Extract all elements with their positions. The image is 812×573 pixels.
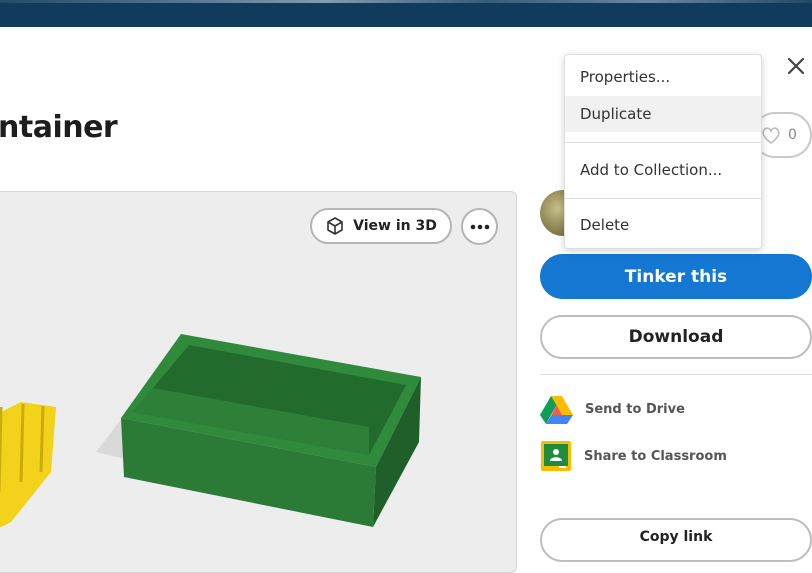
heart-icon [762, 127, 780, 145]
menu-item-duplicate[interactable]: Duplicate [565, 96, 761, 132]
google-classroom-icon [541, 441, 571, 471]
model-viewer[interactable] [0, 191, 517, 573]
share-to-classroom-label: Share to Classroom [584, 448, 727, 464]
top-bar-strip [0, 0, 812, 3]
model-render [0, 334, 421, 528]
menu-item-label: Properties... [580, 68, 671, 86]
menu-item-delete[interactable]: Delete [565, 207, 761, 243]
google-drive-icon [540, 396, 573, 424]
cube-icon [327, 217, 343, 235]
menu-item-label: Duplicate [580, 105, 652, 123]
page-title: ntainer [0, 110, 118, 145]
yellow-part-ridge [19, 403, 25, 483]
view-in-3d-button[interactable]: View in 3D [310, 208, 452, 244]
menu-item-label: Add to Collection... [580, 161, 723, 179]
share-to-classroom-link[interactable]: Share to Classroom [540, 440, 727, 472]
more-options-button[interactable] [461, 208, 498, 245]
tinker-this-button[interactable]: Tinker this [540, 254, 812, 299]
menu-item-add-to-collection[interactable]: Add to Collection... [565, 152, 761, 188]
menu-separator [565, 142, 761, 143]
download-button[interactable]: Download [540, 315, 812, 359]
copy-link-button[interactable]: Copy link [540, 518, 812, 562]
top-bar [0, 0, 812, 27]
like-count: 0 [788, 127, 797, 143]
menu-item-label: Delete [580, 216, 630, 234]
send-to-drive-link[interactable]: Send to Drive [540, 394, 685, 424]
more-dots-icon [470, 224, 489, 229]
more-options-menu: Properties... Duplicate Add to Collectio… [564, 54, 762, 249]
yellow-part-ridge [39, 405, 45, 473]
divider [540, 374, 812, 375]
send-to-drive-label: Send to Drive [585, 401, 685, 417]
copy-link-label: Copy link [639, 529, 713, 545]
close-icon [787, 57, 805, 75]
menu-separator [565, 198, 761, 199]
yellow-part [0, 402, 56, 528]
menu-item-properties[interactable]: Properties... [565, 59, 761, 95]
view-in-3d-label: View in 3D [353, 218, 437, 234]
close-button[interactable] [784, 54, 808, 78]
